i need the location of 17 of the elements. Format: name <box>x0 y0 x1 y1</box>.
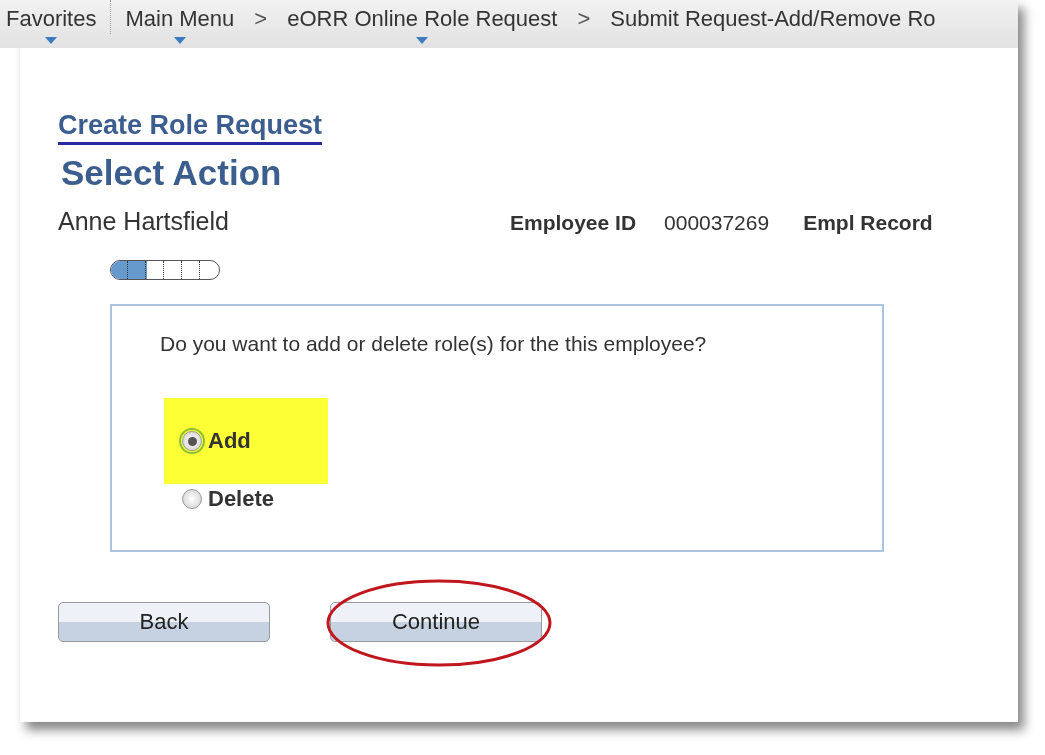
back-button[interactable]: Back <box>58 602 270 642</box>
create-role-request-link[interactable]: Create Role Request <box>58 110 323 145</box>
breadcrumb-link[interactable]: eORR Online Role Request <box>283 6 562 32</box>
breadcrumb-link[interactable]: Submit Request-Add/Remove Ro <box>606 6 940 32</box>
continue-button[interactable]: Continue <box>330 602 542 642</box>
breadcrumb-link[interactable]: Favorites <box>2 6 101 32</box>
breadcrumb-separator: > <box>576 6 592 32</box>
empl-record-label: Empl Record <box>803 211 933 235</box>
radio-option[interactable]: Add <box>182 428 251 454</box>
employee-name: Anne Hartsfield <box>58 207 230 236</box>
employee-id-value: 000037269 <box>664 211 770 235</box>
breadcrumb-link[interactable]: Main Menu <box>121 6 239 32</box>
radio-option[interactable]: Delete <box>182 486 310 512</box>
page-title: Select Action <box>61 153 283 193</box>
breadcrumb-separator: > <box>253 6 269 32</box>
question-text: Do you want to add or delete role(s) for the this employee? <box>160 332 708 356</box>
employee-id-label: Employee ID <box>510 211 637 235</box>
